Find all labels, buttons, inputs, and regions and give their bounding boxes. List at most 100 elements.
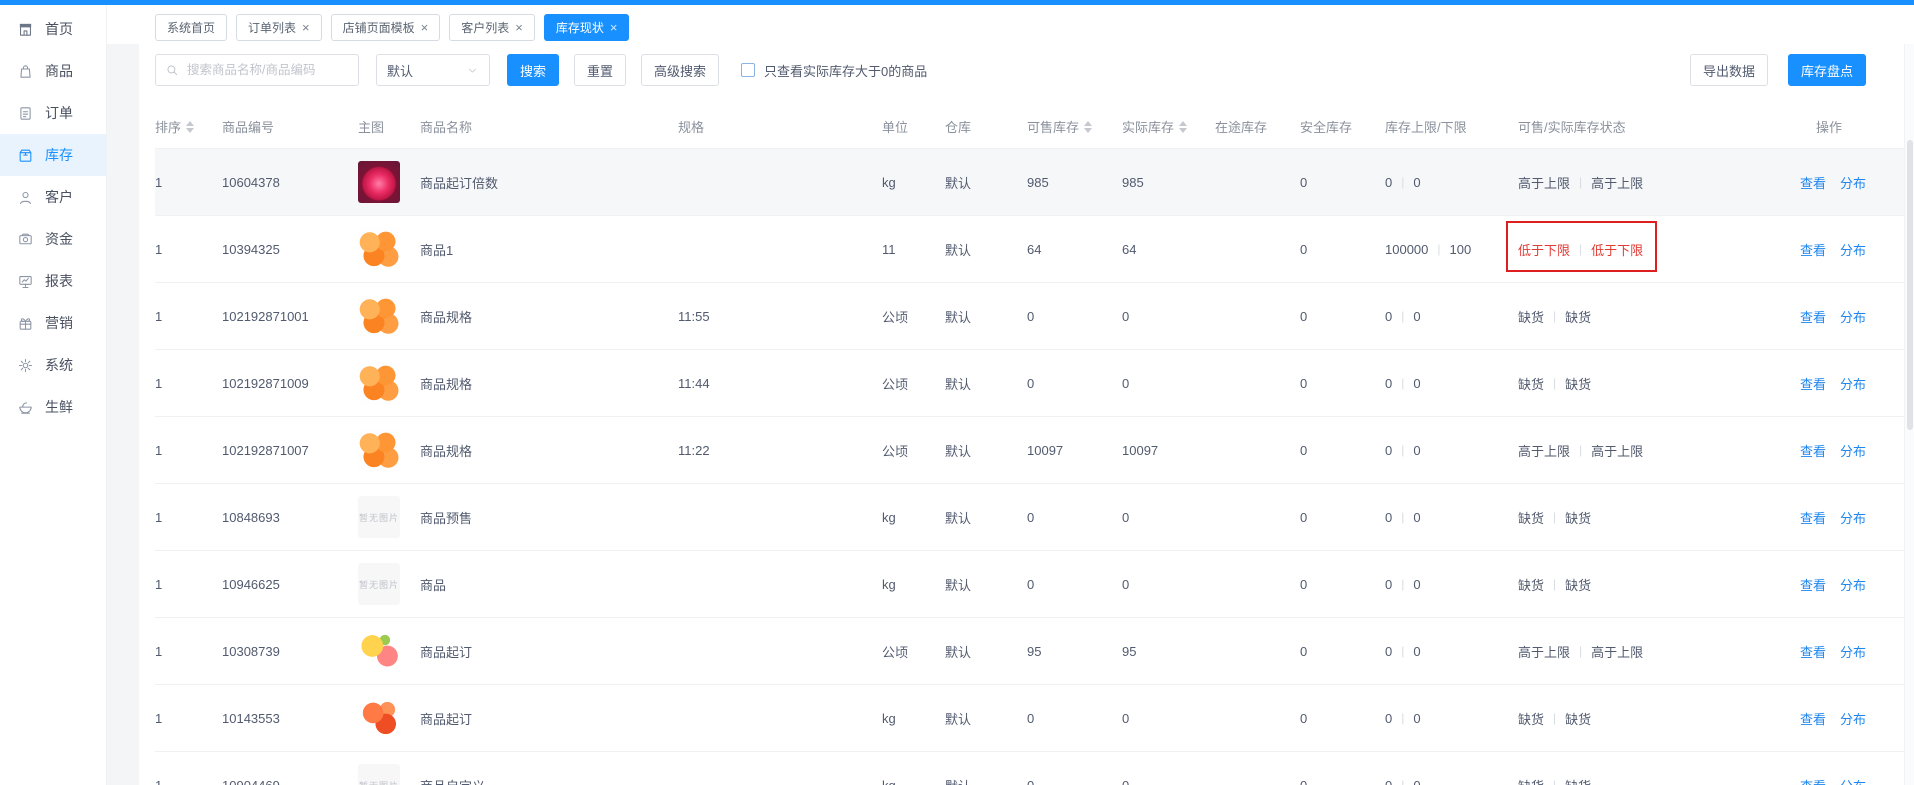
- cell-product-code: 10143553: [222, 711, 358, 726]
- distribution-link[interactable]: 分布: [1840, 173, 1866, 192]
- sidebar-item-home[interactable]: 首页: [0, 8, 106, 50]
- distribution-link[interactable]: 分布: [1840, 240, 1866, 259]
- distribution-link[interactable]: 分布: [1840, 508, 1866, 527]
- cell-stock-limits: 0|0: [1385, 443, 1518, 458]
- tab-close-icon[interactable]: ×: [302, 21, 310, 34]
- column-header: 商品编号: [222, 117, 358, 136]
- tab-close-icon[interactable]: ×: [610, 21, 618, 34]
- view-link[interactable]: 查看: [1800, 173, 1826, 192]
- sidebar-item-system[interactable]: 系统: [0, 344, 106, 386]
- cell-stock-limits: 0|0: [1385, 175, 1518, 190]
- view-link[interactable]: 查看: [1800, 441, 1826, 460]
- sidebar-item-label: 商品: [45, 61, 73, 81]
- cell-actions: 查看分布: [1800, 307, 1900, 326]
- view-link[interactable]: 查看: [1800, 240, 1826, 259]
- cell-safety-stock: 0: [1300, 376, 1385, 391]
- distribution-link[interactable]: 分布: [1840, 642, 1866, 661]
- cell-stock-limits: 0|0: [1385, 644, 1518, 659]
- sort-icon[interactable]: [1084, 121, 1092, 133]
- advanced-search-button[interactable]: 高级搜索: [641, 54, 719, 86]
- product-image-placeholder: 暂无图片: [358, 764, 400, 785]
- table-row: 110848693暂无图片商品预售kg默认0000|0缺货|缺货查看分布: [155, 484, 1914, 551]
- column-header: 单位: [882, 117, 945, 136]
- export-data-button[interactable]: 导出数据: [1690, 54, 1768, 86]
- product-thumbnail: [358, 362, 400, 404]
- nav-tab-2[interactable]: 店铺页面模板×: [331, 14, 441, 41]
- view-link[interactable]: 查看: [1800, 642, 1826, 661]
- column-header[interactable]: 实际库存: [1122, 117, 1215, 136]
- filter-checkbox[interactable]: [741, 63, 755, 77]
- scrollbar[interactable]: [1904, 44, 1914, 785]
- tab-close-icon[interactable]: ×: [421, 21, 429, 34]
- sidebar-item-orders[interactable]: 订单: [0, 92, 106, 134]
- view-link[interactable]: 查看: [1800, 508, 1826, 527]
- sidebar-item-goods[interactable]: 商品: [0, 50, 106, 92]
- view-link[interactable]: 查看: [1800, 374, 1826, 393]
- cell-safety-stock: 0: [1300, 778, 1385, 785]
- cell-warehouse: 默认: [945, 709, 1027, 728]
- product-thumbnail: [358, 295, 400, 337]
- content-card: 默认 搜索 重置 高级搜索 只查看实际库存大于0的商品 导出数据 库存盘点 排序…: [139, 44, 1914, 785]
- nav-tab-0[interactable]: 系统首页: [155, 14, 227, 41]
- scrollbar-thumb[interactable]: [1907, 140, 1913, 430]
- distribution-link[interactable]: 分布: [1840, 575, 1866, 594]
- distribution-link[interactable]: 分布: [1840, 709, 1866, 728]
- search-input-wrap[interactable]: [155, 54, 359, 86]
- stocktake-button[interactable]: 库存盘点: [1788, 54, 1866, 86]
- cell-separator: |: [1579, 443, 1582, 457]
- column-header[interactable]: 排序: [155, 117, 222, 136]
- search-button[interactable]: 搜索: [507, 54, 559, 86]
- order-icon: [17, 105, 34, 122]
- toolbar: 默认 搜索 重置 高级搜索 只查看实际库存大于0的商品: [155, 54, 1898, 86]
- sidebar-item-marketing[interactable]: 营销: [0, 302, 106, 344]
- bag-icon: [17, 63, 34, 80]
- sidebar-item-funds[interactable]: 资金: [0, 218, 106, 260]
- column-header[interactable]: 可售库存: [1027, 117, 1122, 136]
- cell-separator: |: [1553, 309, 1556, 323]
- cell-main-image: [358, 228, 420, 270]
- distribution-link[interactable]: 分布: [1840, 307, 1866, 326]
- product-image-placeholder: 暂无图片: [358, 496, 400, 538]
- cell-warehouse: 默认: [945, 776, 1027, 785]
- distribution-link[interactable]: 分布: [1840, 776, 1866, 785]
- nav-tab-4[interactable]: 库存现状×: [544, 14, 630, 41]
- nav-tab-1[interactable]: 订单列表×: [236, 14, 322, 41]
- cell-main-image: [358, 630, 420, 672]
- sidebar-item-fresh[interactable]: 生鲜: [0, 386, 106, 428]
- sidebar-item-label: 报表: [45, 271, 73, 291]
- distribution-link[interactable]: 分布: [1840, 374, 1866, 393]
- content-gutter: [106, 44, 139, 785]
- warehouse-select[interactable]: 默认: [376, 54, 490, 86]
- cell-safety-stock: 0: [1300, 644, 1385, 659]
- sidebar-item-customers[interactable]: 客户: [0, 176, 106, 218]
- view-link[interactable]: 查看: [1800, 307, 1826, 326]
- view-link[interactable]: 查看: [1800, 776, 1826, 785]
- sidebar-item-reports[interactable]: 报表: [0, 260, 106, 302]
- cell-sellable-stock: 0: [1027, 778, 1122, 785]
- view-link[interactable]: 查看: [1800, 709, 1826, 728]
- distribution-link[interactable]: 分布: [1840, 441, 1866, 460]
- cell-actions: 查看分布: [1800, 575, 1900, 594]
- reset-button[interactable]: 重置: [574, 54, 626, 86]
- cell-main-image: 暂无图片: [358, 496, 420, 538]
- sort-icon[interactable]: [1179, 121, 1187, 133]
- cell-product-name: 商品规格: [420, 307, 678, 326]
- filter-checkbox-wrap[interactable]: 只查看实际库存大于0的商品: [741, 61, 927, 80]
- sidebar-item-inventory[interactable]: 库存: [0, 134, 106, 176]
- view-link[interactable]: 查看: [1800, 575, 1826, 594]
- column-header: 库存上限/下限: [1385, 117, 1518, 136]
- column-header: 规格: [678, 117, 882, 136]
- cell-sort: 1: [155, 778, 222, 785]
- cell-sellable-stock: 0: [1027, 309, 1122, 324]
- tab-close-icon[interactable]: ×: [515, 21, 523, 34]
- cell-separator: |: [1401, 443, 1404, 457]
- column-header: 仓库: [945, 117, 1027, 136]
- cell-separator: |: [1579, 175, 1582, 189]
- search-input[interactable]: [185, 62, 349, 78]
- cell-actions: 查看分布: [1800, 508, 1900, 527]
- cell-actions: 查看分布: [1800, 374, 1900, 393]
- cell-sellable-stock: 0: [1027, 711, 1122, 726]
- sort-icon[interactable]: [186, 121, 194, 133]
- nav-tab-3[interactable]: 客户列表×: [449, 14, 535, 41]
- cell-sellable-stock: 0: [1027, 376, 1122, 391]
